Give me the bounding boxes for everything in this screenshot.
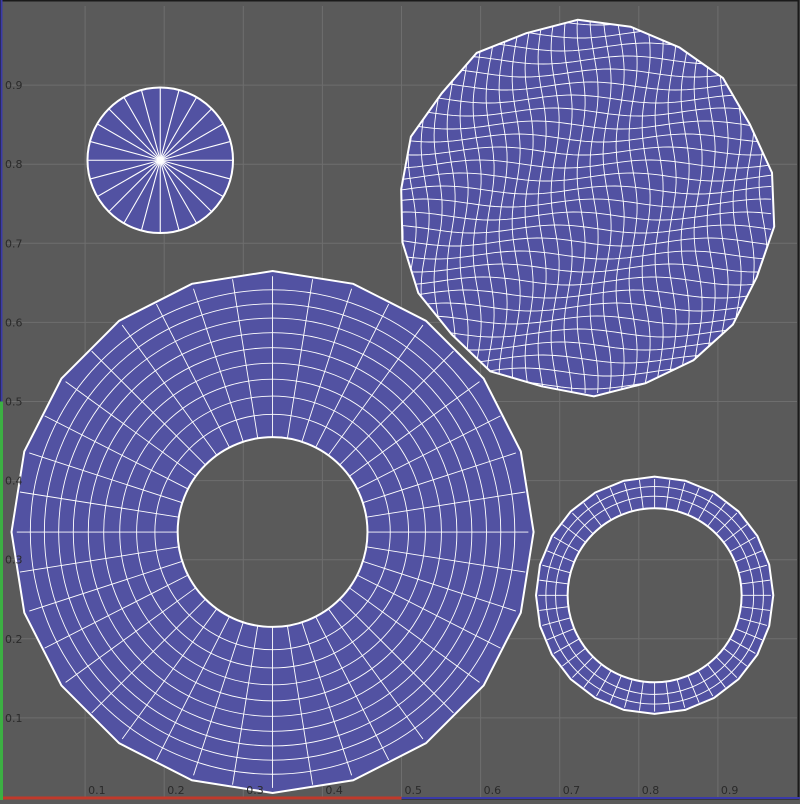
v-tick-label: 0.7 <box>5 237 23 250</box>
u-tick-label: 0.8 <box>642 784 660 797</box>
u-tick-label: 0.5 <box>405 784 423 797</box>
v-tick-label: 0.5 <box>5 396 23 409</box>
u-tick-label: 0.4 <box>325 784 343 797</box>
u-tick-label: 0.1 <box>88 784 106 797</box>
uv-canvas[interactable]: 0.1 0.2 0.3 0.4 0.5 0.6 0.7 0.8 0.9 0.1 0.2 0.3 0.4 0… <box>0 0 800 800</box>
v-tick-label: 0.6 <box>5 316 23 329</box>
v-tick-label: 0.4 <box>5 475 23 488</box>
u-tick-label: 0.3 <box>246 784 263 797</box>
v-tick-label: 0.9 <box>5 79 23 92</box>
v-tick-label: 0.8 <box>5 158 23 171</box>
uv-editor-viewport[interactable]: 0.1 0.2 0.3 0.4 0.5 0.6 0.7 0.8 0.9 0.1 0.2 0.3 0.4 0… <box>0 0 800 800</box>
u-tick-label: 0.7 <box>563 784 581 797</box>
uv-shell-small-fan-disc[interactable] <box>86 86 235 235</box>
v-tick-label: 0.1 <box>5 712 23 725</box>
v-tick-label: 0.3 <box>5 554 23 567</box>
u-tick-label: 0.9 <box>721 784 739 797</box>
v-tick-label: 0.2 <box>5 633 23 646</box>
u-tick-label: 0.2 <box>167 784 185 797</box>
u-tick-label: 0.6 <box>484 784 502 797</box>
